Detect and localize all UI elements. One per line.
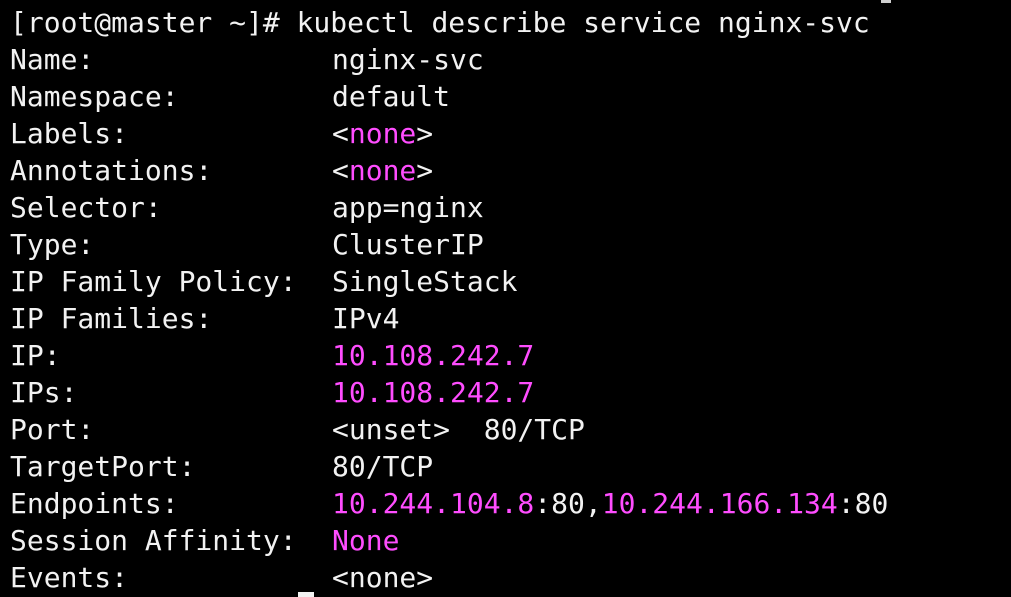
value-segment: 10.244.166.134 — [601, 487, 838, 520]
output-row: Selector: app=nginx — [10, 189, 1011, 226]
output-row: Annotations: <none> — [10, 152, 1011, 189]
command-line: [root@master ~]# kubectl describe servic… — [10, 4, 1011, 41]
value-segment: app=nginx — [332, 191, 484, 224]
field-value: default — [332, 78, 450, 115]
output-row: Labels: <none> — [10, 115, 1011, 152]
value-segment: > — [416, 154, 434, 187]
field-label: IP Family Policy: — [10, 265, 297, 298]
field-value: <none> — [332, 152, 433, 189]
field-label: Selector: — [10, 191, 162, 224]
value-segment: > — [416, 117, 434, 150]
field-label: Annotations: — [10, 154, 213, 187]
output-row: IP: 10.108.242.7 — [10, 337, 1011, 374]
output-row: IP Family Policy: SingleStack — [10, 263, 1011, 300]
value-segment: IPv4 — [332, 302, 400, 335]
command-text: kubectl describe service nginx-svc — [296, 6, 870, 39]
value-segment: none — [348, 117, 417, 150]
value-segment: > — [416, 561, 434, 594]
value-segment: < — [332, 117, 349, 150]
field-value: ClusterIP — [332, 226, 484, 263]
value-segment: None — [332, 524, 400, 557]
value-segment: :80 — [837, 487, 889, 520]
field-label: IP: — [10, 339, 61, 372]
value-segment: <unset> 80/TCP — [332, 413, 585, 446]
value-segment: default — [332, 80, 451, 113]
field-value: <unset> 80/TCP — [332, 411, 585, 448]
value-segment: < — [332, 561, 349, 594]
value-segment: < — [332, 154, 349, 187]
output-row: Namespace: default — [10, 78, 1011, 115]
field-label: Session Affinity: — [10, 524, 297, 557]
output-row: IP Families: IPv4 — [10, 300, 1011, 337]
output-row: Port: <unset> 80/TCP — [10, 411, 1011, 448]
field-label: Events: — [10, 561, 129, 594]
terminal-cursor — [298, 592, 314, 597]
field-value: nginx-svc — [332, 41, 484, 78]
field-label: Labels: — [10, 117, 129, 150]
value-segment: none — [348, 154, 417, 187]
field-value: SingleStack — [332, 263, 517, 300]
output-row: IPs: 10.108.242.7 — [10, 374, 1011, 411]
output-row: Session Affinity: None — [10, 522, 1011, 559]
output-row: Name: nginx-svc — [10, 41, 1011, 78]
value-segment: :80, — [534, 487, 602, 520]
value-segment: nginx-svc — [332, 43, 484, 76]
field-label: Name: — [10, 43, 95, 76]
field-value: 10.244.104.8:80,10.244.166.134:80 — [332, 485, 888, 522]
field-value: 10.108.242.7 — [332, 374, 534, 411]
field-value: 80/TCP — [332, 448, 433, 485]
clipped-glyph-fragment — [881, 0, 891, 3]
value-segment: 80/TCP — [332, 450, 434, 483]
output-row: Endpoints: 10.244.104.8:80,10.244.166.134… — [10, 485, 1011, 522]
value-segment: SingleStack — [332, 265, 518, 298]
field-label: Namespace: — [10, 80, 179, 113]
field-label: IPs: — [10, 376, 78, 409]
shell-prompt: [root@master ~]# — [10, 6, 280, 39]
field-value: IPv4 — [332, 300, 399, 337]
output-row: TargetPort: 80/TCP — [10, 448, 1011, 485]
field-value: 10.108.242.7 — [332, 337, 534, 374]
output-row: Type: ClusterIP — [10, 226, 1011, 263]
field-label: TargetPort: — [10, 450, 196, 483]
field-label: IP Families: — [10, 302, 213, 335]
value-segment: 10.108.242.7 — [332, 339, 535, 372]
field-label: Endpoints: — [10, 487, 179, 520]
value-segment: ClusterIP — [332, 228, 484, 261]
field-value: app=nginx — [332, 189, 484, 226]
field-value: <none> — [332, 559, 433, 596]
value-segment: 10.108.242.7 — [332, 376, 535, 409]
value-segment: 10.244.104.8 — [332, 487, 535, 520]
terminal-window[interactable]: [root@master ~]# kubectl describe servic… — [10, 4, 1011, 597]
command-output: Name: nginx-svc Namespace: default Labels: <n… — [10, 41, 1011, 596]
value-segment: none — [348, 561, 417, 594]
field-label: Type: — [10, 228, 95, 261]
field-value: None — [332, 522, 399, 559]
field-label: Port: — [10, 413, 95, 446]
field-value: <none> — [332, 115, 433, 152]
output-row: Events: <none> — [10, 559, 1011, 596]
